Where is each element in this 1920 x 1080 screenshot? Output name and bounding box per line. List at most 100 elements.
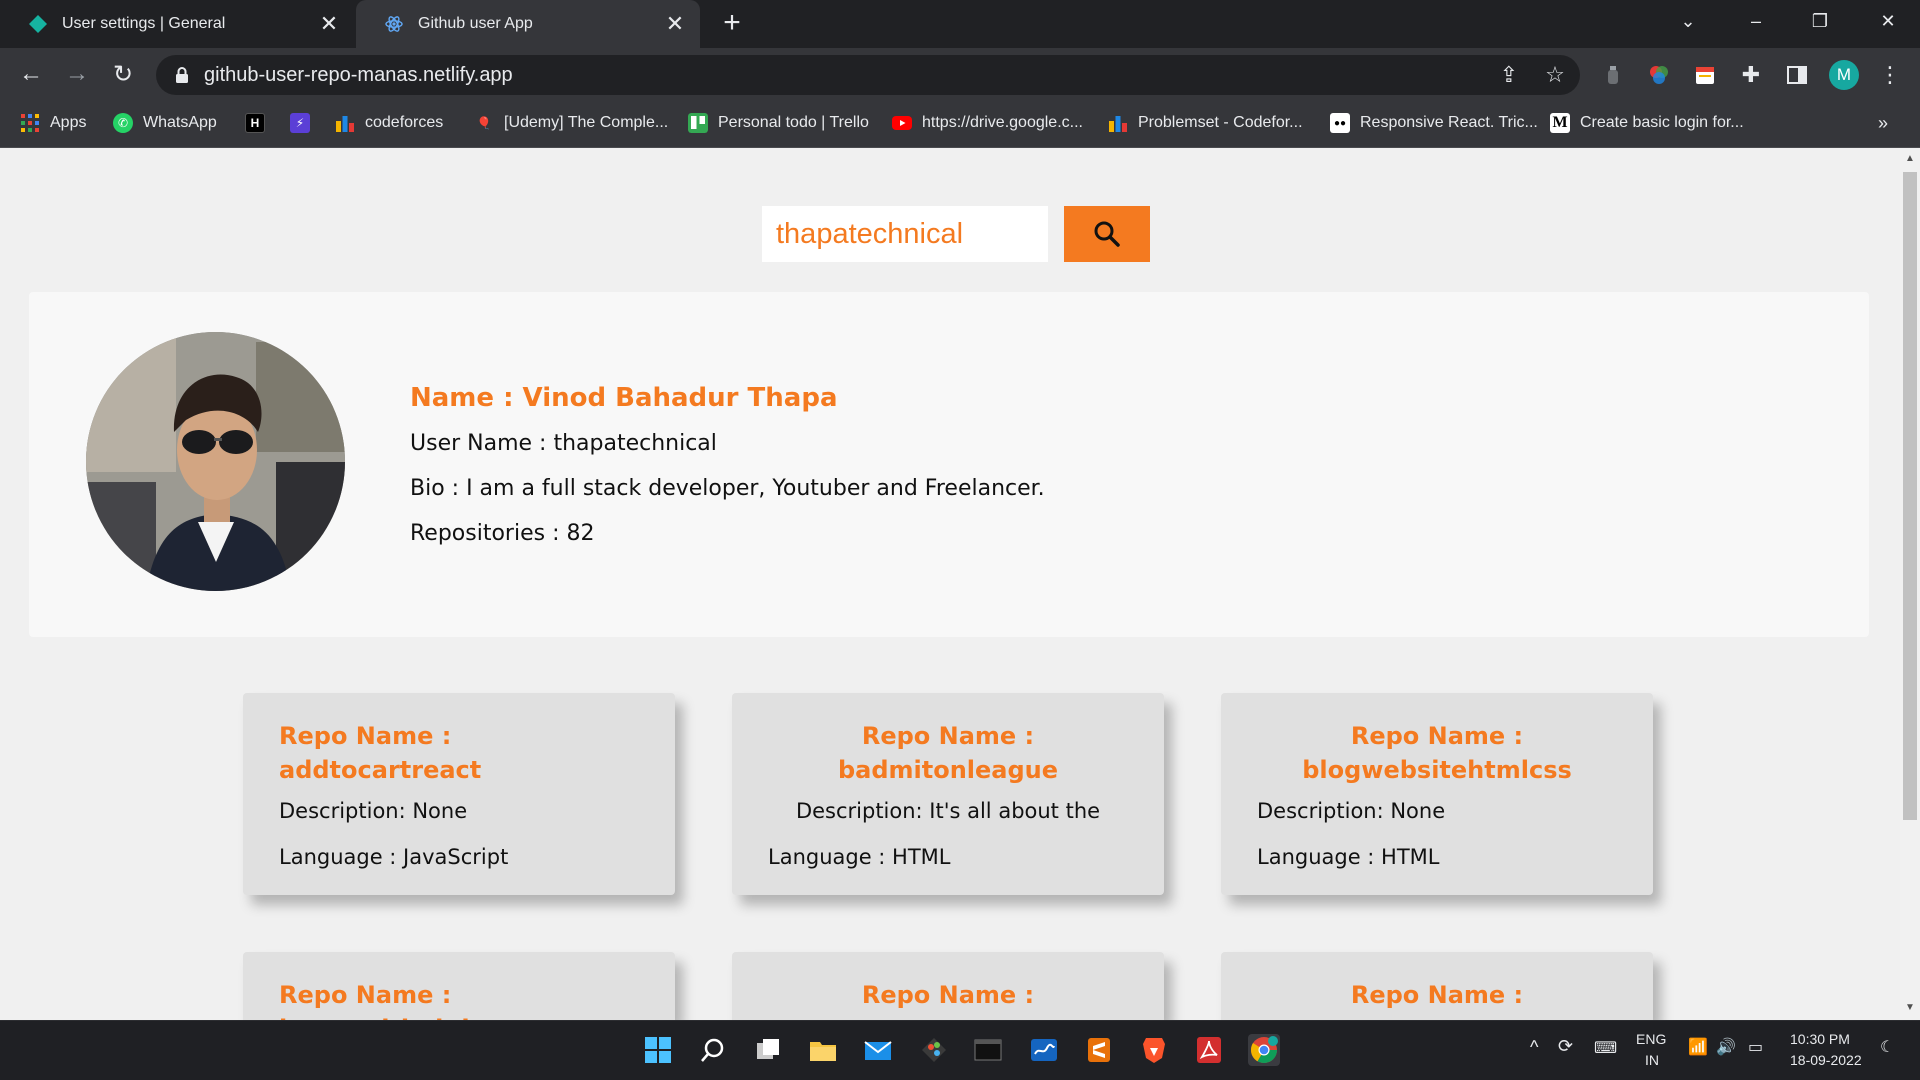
bookmark-problemset[interactable]: Problemset - Codefor... <box>1108 109 1303 137</box>
bookmark-bolt[interactable]: ⚡ <box>290 109 320 137</box>
tab-user-settings[interactable]: User settings | General ✕ <box>0 0 354 48</box>
bookmark-udemy[interactable]: 🎈 [Udemy] The Comple... <box>474 109 669 137</box>
repo-title: Repo Name : <box>1350 981 1524 1009</box>
sublime-text-icon[interactable] <box>1083 1034 1115 1066</box>
lock-icon <box>176 67 188 83</box>
bookmark-label: Create basic login for... <box>1580 114 1744 131</box>
scroll-down-arrow-icon[interactable]: ▼ <box>1903 1002 1917 1016</box>
bookmark-label: https://drive.google.c... <box>922 114 1083 131</box>
notification-moon-icon[interactable]: ☾ <box>1880 1037 1894 1057</box>
bolt-icon: ⚡ <box>290 113 310 133</box>
tab-search-chevron-icon[interactable]: ⌄ <box>1658 0 1718 42</box>
repo-title: Repo Name : blogwebsitehtmlcss <box>1302 722 1572 784</box>
repo-language: Language : JavaScript <box>279 845 509 869</box>
new-tab-button[interactable]: + <box>716 8 748 40</box>
repo-card[interactable]: Repo Name : blogwebsitehtmlcss Descripti… <box>1221 693 1653 895</box>
share-icon[interactable]: ⇪ <box>1496 62 1522 88</box>
search-icon <box>1094 221 1120 247</box>
kebab-menu-icon[interactable]: ⋮ <box>1877 62 1903 88</box>
repo-card[interactable]: Repo Name : boots.github.io <box>243 952 675 1020</box>
repo-card[interactable]: Repo Name : badmitonleague Description: … <box>732 693 1164 895</box>
profile-username: User Name : thapatechnical <box>410 431 717 456</box>
bookmark-apps[interactable]: Apps <box>20 109 86 137</box>
close-window-icon[interactable]: ✕ <box>1858 0 1918 42</box>
repo-title: Repo Name : badmitonleague <box>837 722 1059 784</box>
reload-icon[interactable]: ↻ <box>107 58 139 90</box>
extension-bottle-icon[interactable] <box>1600 62 1626 88</box>
brave-browser-icon[interactable] <box>1138 1034 1170 1066</box>
bookmark-label: codeforces <box>365 114 444 131</box>
whiteboard-icon[interactable] <box>1028 1034 1060 1066</box>
acrobat-reader-icon[interactable] <box>1193 1034 1225 1066</box>
windows-taskbar <box>0 1020 1920 1080</box>
medium-m-icon: M <box>1550 113 1570 133</box>
language-indicator-bottom[interactable]: IN <box>1645 1052 1659 1068</box>
back-arrow-icon[interactable]: ← <box>15 58 47 90</box>
show-hidden-icons-chevron-icon[interactable]: ^ <box>1530 1037 1538 1058</box>
restore-window-icon[interactable]: ❐ <box>1790 0 1850 42</box>
repo-card[interactable]: Repo Name : addtocartreact Description: … <box>243 693 675 895</box>
chrome-icon[interactable] <box>1248 1034 1280 1066</box>
bookmark-trello[interactable]: Personal todo | Trello <box>688 109 869 137</box>
search-input[interactable] <box>762 206 1048 262</box>
volume-icon[interactable]: 🔊 <box>1716 1037 1736 1057</box>
search-button[interactable] <box>1064 206 1150 262</box>
search-icon[interactable] <box>697 1034 729 1066</box>
bookmark-login[interactable]: M Create basic login for... <box>1550 109 1744 137</box>
bookmark-label: Responsive React. Tric... <box>1360 114 1538 131</box>
bookmark-responsive-react[interactable]: ●● Responsive React. Tric... <box>1330 109 1538 137</box>
tab-github-user-app[interactable]: Github user App ✕ <box>356 0 700 48</box>
more-bookmarks-chevron-icon[interactable]: » <box>1878 109 1888 137</box>
tab-title: User settings | General <box>62 15 226 32</box>
git-icon[interactable] <box>918 1034 950 1066</box>
close-tab-icon[interactable]: ✕ <box>318 11 340 36</box>
bookmark-drive[interactable]: https://drive.google.c... <box>892 109 1083 137</box>
balloon-icon: 🎈 <box>476 116 492 130</box>
close-tab-icon[interactable]: ✕ <box>664 11 686 36</box>
repo-description: Description: It's all about the <box>795 799 1101 823</box>
language-indicator-top[interactable]: ENG <box>1636 1031 1666 1047</box>
bookmark-whatsapp[interactable]: ✆ WhatsApp <box>113 109 217 137</box>
apps-grid-icon <box>21 114 39 132</box>
minimize-window-icon[interactable]: – <box>1726 0 1786 42</box>
forward-arrow-icon[interactable]: → <box>61 58 93 90</box>
bookmark-hackernoon[interactable]: H <box>245 109 275 137</box>
medium-icon: ●● <box>1330 113 1350 133</box>
repo-description: Description: None <box>279 799 468 823</box>
repo-language: Language : HTML <box>768 845 951 869</box>
bookmark-codeforces[interactable]: codeforces <box>335 109 443 137</box>
task-view-icon[interactable] <box>752 1034 784 1066</box>
profile-repositories: Repositories : 82 <box>410 521 595 546</box>
battery-icon[interactable]: ▭ <box>1748 1037 1763 1057</box>
repo-title: Repo Name : <box>861 981 1035 1009</box>
codeforces-icon <box>1109 116 1127 132</box>
profile-bio: Bio : I am a full stack developer, Youtu… <box>410 476 1045 501</box>
trello-icon <box>688 113 708 133</box>
repo-card[interactable]: Repo Name : <box>1221 952 1653 1020</box>
sync-icon[interactable]: ⟳ <box>1558 1036 1573 1057</box>
keyboard-icon[interactable]: ⌨ <box>1594 1038 1617 1058</box>
terminal-icon[interactable] <box>972 1034 1004 1066</box>
repo-title: Repo Name : addtocartreact <box>279 722 482 784</box>
youtube-icon <box>892 116 912 130</box>
file-explorer-icon[interactable] <box>807 1034 839 1066</box>
bookmark-label: WhatsApp <box>143 114 217 131</box>
bookmark-star-icon[interactable]: ☆ <box>1542 62 1568 88</box>
extensions-puzzle-icon[interactable]: ✚ <box>1738 62 1764 88</box>
address-bar[interactable]: github-user-repo-manas.netlify.app <box>156 55 1580 95</box>
wifi-icon[interactable]: 📶 <box>1688 1037 1708 1057</box>
repo-language: Language : HTML <box>1257 845 1440 869</box>
clock-date[interactable]: 18-09-2022 <box>1790 1052 1862 1068</box>
clock-time[interactable]: 10:30 PM <box>1790 1031 1850 1047</box>
scroll-up-arrow-icon[interactable]: ▲ <box>1903 153 1917 167</box>
calendar-extension-icon[interactable] <box>1692 62 1718 88</box>
profile-avatar[interactable]: M <box>1829 60 1859 90</box>
color-picker-extension-icon[interactable] <box>1646 62 1672 88</box>
mail-icon[interactable] <box>862 1034 894 1066</box>
tab-title: Github user App <box>418 15 533 32</box>
windows-start-icon[interactable] <box>642 1034 674 1066</box>
scrollbar-thumb[interactable] <box>1903 172 1917 820</box>
profile-name: Name : Vinod Bahadur Thapa <box>410 383 838 413</box>
repo-card[interactable]: Repo Name : <box>732 952 1164 1020</box>
side-panel-icon[interactable] <box>1784 62 1810 88</box>
